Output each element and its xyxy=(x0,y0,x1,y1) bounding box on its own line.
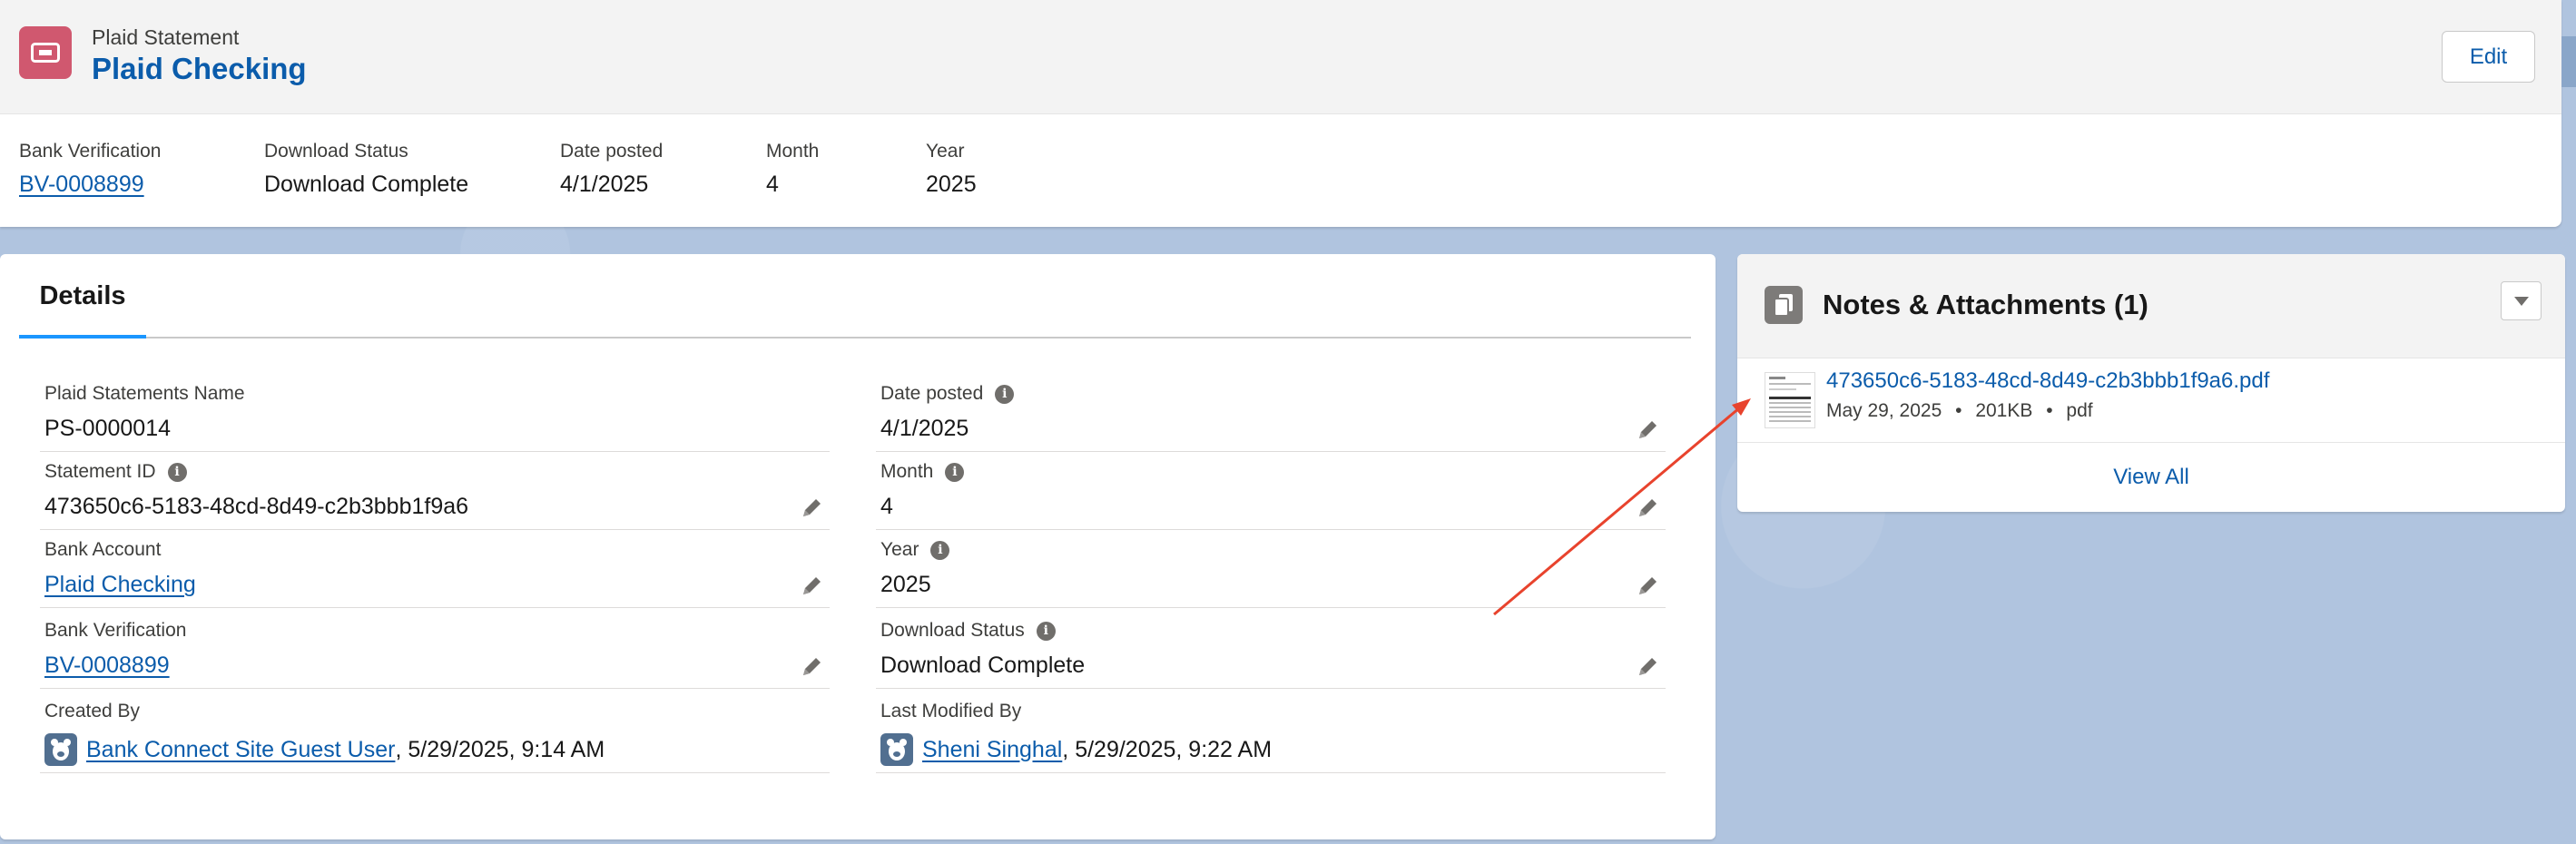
info-icon[interactable]: i xyxy=(930,540,950,560)
divider xyxy=(1737,442,2565,443)
field-statement-id: Statement ID i 473650c6-5183-48cd-8d49-c2… xyxy=(40,450,830,530)
field-value: 4 xyxy=(766,172,779,197)
pencil-icon[interactable] xyxy=(799,496,824,521)
bear-avatar-icon xyxy=(44,733,77,766)
field-label: Bank Account xyxy=(44,539,162,560)
bank-account-link[interactable]: Plaid Checking xyxy=(44,572,196,598)
field-download-status: Download Status i Download Complete xyxy=(876,609,1666,689)
field-year: Year i 2025 xyxy=(876,528,1666,608)
field-bank-verification: Bank Verification BV-0008899 xyxy=(40,609,830,689)
view-all-link[interactable]: View All xyxy=(1737,465,2565,490)
field-label: Month xyxy=(880,461,934,482)
header-field-bank-verification: Bank Verification BV-0008899 xyxy=(19,141,161,198)
field-label: Created By xyxy=(44,701,141,721)
header-highlights: Plaid Statement Plaid Checking Edit xyxy=(0,0,2561,114)
info-icon[interactable]: i xyxy=(945,462,965,482)
field-value: 2025 xyxy=(926,172,977,197)
created-by-timestamp: , 5/29/2025, 9:14 AM xyxy=(395,736,605,762)
last-modified-user-link[interactable]: Sheni Singhal xyxy=(922,737,1062,763)
attachment-file-link[interactable]: 473650c6-5183-48cd-8d49-c2b3bbb1f9a6.pdf xyxy=(1826,368,2269,394)
window-edge xyxy=(2561,36,2576,87)
field-value: 473650c6-5183-48cd-8d49-c2b3bbb1f9a6 xyxy=(44,494,469,519)
bear-avatar-icon xyxy=(880,733,913,766)
notes-actions-dropdown[interactable] xyxy=(2501,281,2542,320)
field-value: Download Complete xyxy=(264,172,469,197)
info-icon[interactable]: i xyxy=(167,462,187,482)
pencil-icon[interactable] xyxy=(1635,574,1660,599)
details-card: Details Plaid Statements Name PS-0000014… xyxy=(0,254,1716,839)
field-label: Statement ID xyxy=(44,461,156,482)
field-label: Download Status xyxy=(264,141,408,162)
field-value: Download Complete xyxy=(880,653,1086,678)
field-value: 2025 xyxy=(880,572,931,597)
field-label: Year xyxy=(926,141,965,162)
header-field-download-status: Download Status Download Complete xyxy=(264,141,468,198)
field-date-posted: Date posted i 4/1/2025 xyxy=(876,372,1666,452)
field-month: Month i 4 xyxy=(876,450,1666,530)
pencil-icon[interactable] xyxy=(1635,496,1660,521)
field-label: Last Modified By xyxy=(880,701,1022,721)
info-icon[interactable]: i xyxy=(995,384,1015,404)
field-last-modified-by: Last Modified By Sheni Singhal , 5/29/20… xyxy=(876,690,1666,773)
record-header: Plaid Statement Plaid Checking Edit Bank… xyxy=(0,0,2561,227)
tab-details[interactable]: Details xyxy=(19,254,146,339)
field-label: Download Status xyxy=(880,620,1025,641)
pencil-icon[interactable] xyxy=(1635,417,1660,443)
chevron-down-icon xyxy=(2513,296,2529,306)
attachment-meta: May 29, 2025 • 201KB • pdf xyxy=(1826,400,2093,422)
notes-title: Notes & Attachments (1) xyxy=(1823,289,2148,320)
header-field-month: Month 4 xyxy=(766,141,819,198)
tab-bar: Details xyxy=(19,254,1691,339)
notes-header: Notes & Attachments (1) xyxy=(1737,254,2565,358)
created-by-user-link[interactable]: Bank Connect Site Guest User xyxy=(86,737,395,763)
pencil-icon[interactable] xyxy=(799,574,824,599)
attachment-size: 201KB xyxy=(1975,400,2033,421)
attachment-date: May 29, 2025 xyxy=(1826,400,1942,421)
field-plaid-statements-name: Plaid Statements Name PS-0000014 xyxy=(40,372,830,452)
meta-separator: • xyxy=(2046,400,2053,421)
field-value: 4 xyxy=(880,494,893,519)
last-modified-timestamp: , 5/29/2025, 9:22 AM xyxy=(1062,736,1273,762)
info-icon[interactable]: i xyxy=(1036,621,1056,641)
field-label: Month xyxy=(766,141,820,162)
field-value: 4/1/2025 xyxy=(560,172,649,197)
object-type-label: Plaid Statement xyxy=(92,25,240,49)
notes-attachments-card: Notes & Attachments (1) 473650c6-5183-48… xyxy=(1737,254,2565,512)
field-label: Year xyxy=(880,539,919,560)
pencil-icon[interactable] xyxy=(1635,654,1660,680)
field-label: Plaid Statements Name xyxy=(44,383,245,404)
meta-separator: • xyxy=(1955,400,1962,421)
pencil-icon[interactable] xyxy=(799,654,824,680)
edit-button[interactable]: Edit xyxy=(2442,31,2535,83)
field-value: 4/1/2025 xyxy=(880,416,969,441)
record-title: Plaid Checking xyxy=(92,52,307,85)
header-field-year: Year 2025 xyxy=(926,141,977,198)
field-bank-account: Bank Account Plaid Checking xyxy=(40,528,830,608)
ticket-icon xyxy=(19,26,72,79)
bank-verification-link[interactable]: BV-0008899 xyxy=(44,653,170,679)
header-field-date-posted: Date posted 4/1/2025 xyxy=(560,141,663,198)
attachment-type: pdf xyxy=(2066,400,2093,421)
field-label: Bank Verification xyxy=(44,620,187,641)
field-label: Bank Verification xyxy=(19,141,162,162)
pdf-thumbnail[interactable] xyxy=(1765,372,1815,428)
field-label: Date posted xyxy=(880,383,984,404)
field-value: PS-0000014 xyxy=(44,416,172,441)
bank-verification-link[interactable]: BV-0008899 xyxy=(19,172,144,197)
field-created-by: Created By Bank Connect Site Guest User … xyxy=(40,690,830,773)
document-copy-icon xyxy=(1765,286,1803,324)
field-label: Date posted xyxy=(560,141,664,162)
